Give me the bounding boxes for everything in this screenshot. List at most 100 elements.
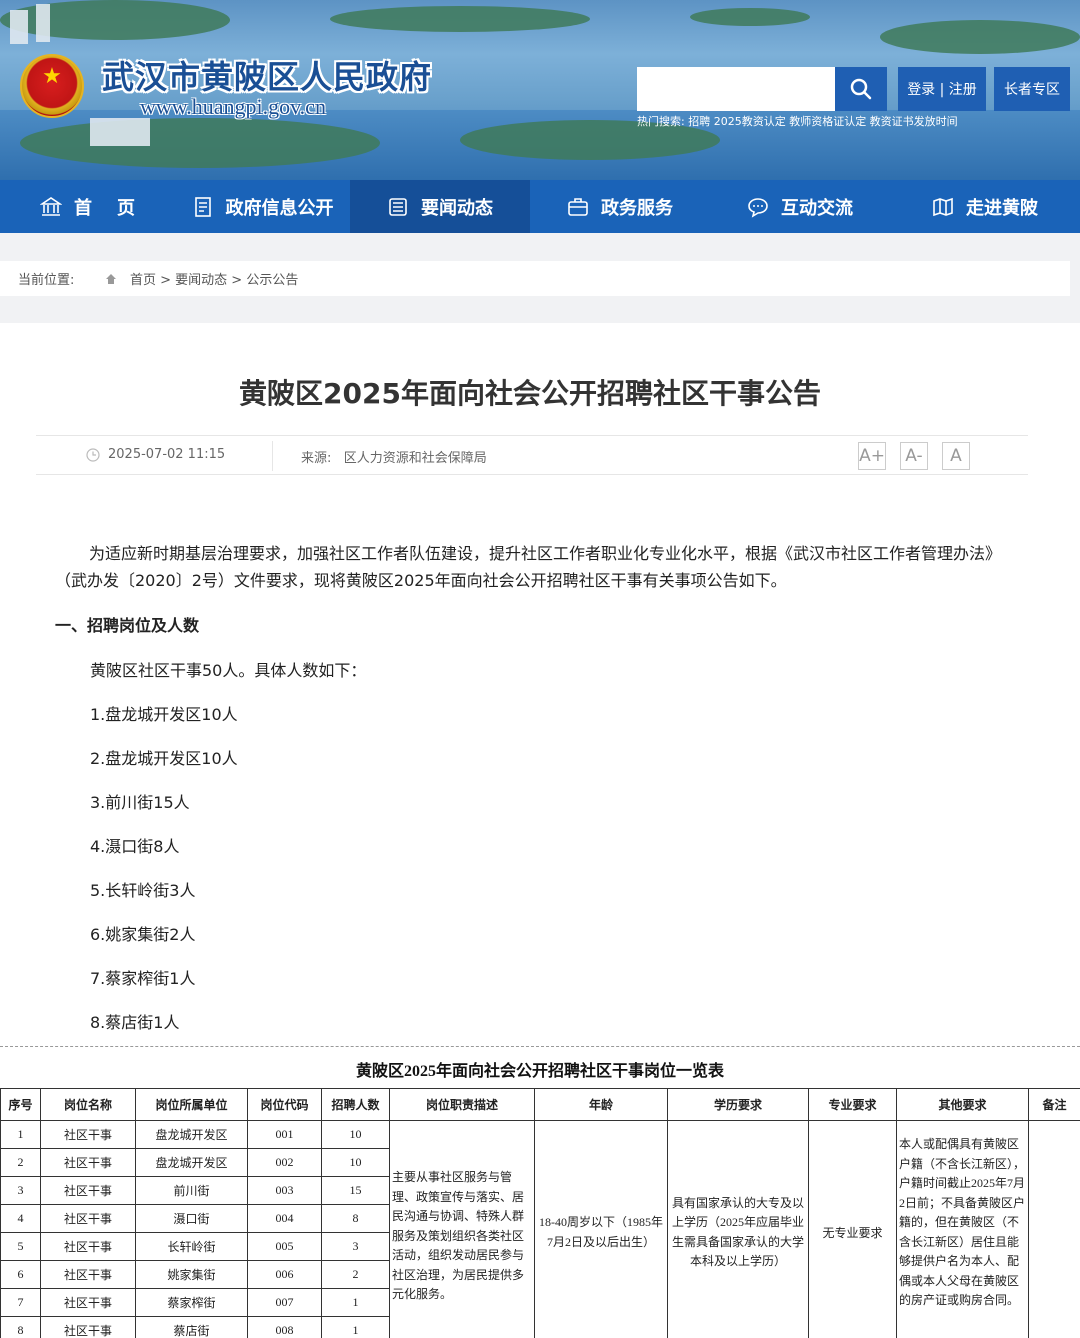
table-cell: 长轩岭街 — [135, 1232, 248, 1261]
column-header: 其他要求 — [896, 1088, 1029, 1121]
news-icon — [387, 196, 409, 218]
table-cell: 2 — [321, 1260, 390, 1289]
job-duty-cell: 主要从事社区服务与管理、政策宣传与落实、居民沟通与协调、特殊人群服务及策划组织各… — [389, 1120, 535, 1338]
search-button[interactable] — [835, 67, 887, 111]
table-cell: 006 — [247, 1260, 322, 1289]
list-item: 6.姚家集街2人 — [90, 925, 196, 944]
banner-island — [20, 118, 380, 168]
table-cell: 3 — [321, 1232, 390, 1261]
banner-building — [36, 4, 50, 42]
recruitment-summary: 黄陂区社区干事50人。具体人数如下： — [90, 661, 367, 680]
banner-building — [90, 118, 150, 146]
site-title: 武汉市黄陂区人民政府 — [102, 59, 433, 95]
major-requirement-cell: 无专业要求 — [808, 1120, 897, 1338]
table-cell: 前川街 — [135, 1176, 248, 1205]
table-cell: 002 — [247, 1148, 322, 1177]
list-item: 4.滠口街8人 — [90, 837, 180, 856]
table-cell: 社区干事 — [40, 1120, 136, 1149]
font-size-reset-button[interactable]: A — [942, 442, 970, 470]
table-cell: 10 — [321, 1120, 390, 1149]
login-register-button[interactable]: 登录 | 注册 — [898, 67, 986, 111]
table-cell: 蔡家榨街 — [135, 1288, 248, 1317]
table-cell: 社区干事 — [40, 1260, 136, 1289]
search-input[interactable] — [637, 67, 835, 111]
table-cell: 1 — [321, 1316, 390, 1338]
table-cell: 社区干事 — [40, 1232, 136, 1261]
clock-icon — [86, 447, 100, 462]
article-meta: 2025-07-02 11:15 来源: 区人力资源和社会保障局 A+ A- A — [36, 435, 1028, 475]
breadcrumb-path[interactable]: 首页 > 要闻动态 > 公示公告 — [130, 269, 298, 288]
table-cell: 2 — [0, 1148, 41, 1177]
banner-building — [10, 10, 28, 44]
meta-divider — [272, 441, 273, 471]
table-cell: 5 — [0, 1232, 41, 1261]
table-cell: 004 — [247, 1204, 322, 1233]
table-cell: 008 — [247, 1316, 322, 1338]
table-cell: 滠口街 — [135, 1204, 248, 1233]
nav-item-interaction[interactable]: 互动交流 — [710, 180, 890, 233]
nav-item-label: 首 页 — [73, 197, 136, 219]
nav-item-gov-services[interactable]: 政务服务 — [530, 180, 710, 233]
document-list-icon — [192, 196, 214, 218]
column-header: 岗位职责描述 — [389, 1088, 535, 1121]
table-cell: 社区干事 — [40, 1148, 136, 1177]
column-header: 专业要求 — [808, 1088, 897, 1121]
table-cell: 社区干事 — [40, 1176, 136, 1205]
list-item: 2.盘龙城开发区10人 — [90, 749, 238, 768]
search-icon — [850, 78, 872, 100]
nav-item-about-huangpi[interactable]: 走进黄陂 — [890, 180, 1080, 233]
banner-island — [690, 8, 810, 26]
age-requirement-cell: 18-40周岁以下（1985年7月2日及以后出生） — [534, 1120, 668, 1338]
article-source: 来源: 区人力资源和社会保障局 — [301, 451, 487, 466]
font-size-increase-button[interactable]: A+ — [858, 442, 886, 470]
breadcrumb: 当前位置: 首页 > 要闻动态 > 公示公告 — [0, 261, 1070, 296]
remark-cell — [1028, 1120, 1080, 1338]
table-cell: 蔡店街 — [135, 1316, 248, 1338]
nav-item-news[interactable]: 要闻动态 — [350, 180, 530, 233]
list-item: 5.长轩岭街3人 — [90, 881, 196, 900]
nav-item-label: 政府信息公开 — [225, 197, 334, 219]
table-cell: 社区干事 — [40, 1316, 136, 1338]
banner-island — [330, 6, 590, 32]
table-cell: 盘龙城开发区 — [135, 1120, 248, 1149]
table-cell: 15 — [321, 1176, 390, 1205]
briefcase-icon — [567, 196, 589, 218]
column-header: 序号 — [0, 1088, 41, 1121]
article-title: 黄陂区2025年面向社会公开招聘社区干事公告 — [239, 377, 821, 410]
table-cell: 7 — [0, 1288, 41, 1317]
table-title: 黄陂区2025年面向社会公开招聘社区干事岗位一览表 — [355, 1063, 724, 1080]
elder-zone-button[interactable]: 长者专区 — [994, 67, 1070, 111]
table-row: 1 社区干事 盘龙城开发区 001 10 主要从事社区服务与管理、政策宣传与落实… — [0, 1120, 1080, 1338]
home-icon — [105, 273, 117, 289]
banner-island — [0, 0, 230, 40]
table-cell: 8 — [321, 1204, 390, 1233]
table-cell: 001 — [247, 1120, 322, 1149]
site-url: www.huangpi.gov.cn — [140, 94, 326, 119]
chat-bubble-icon — [747, 196, 769, 218]
table-cell: 姚家集街 — [135, 1260, 248, 1289]
column-header: 岗位所属单位 — [135, 1088, 248, 1121]
column-header: 备注 — [1028, 1088, 1080, 1121]
table-divider — [0, 1046, 1080, 1047]
bank-icon — [39, 196, 62, 218]
list-item: 1.盘龙城开发区10人 — [90, 705, 238, 724]
nav-item-label: 互动交流 — [781, 197, 853, 219]
table-cell: 6 — [0, 1260, 41, 1289]
nav-item-label: 要闻动态 — [421, 197, 493, 219]
nav-item-label: 政务服务 — [601, 197, 673, 219]
nav-item-gov-info[interactable]: 政府信息公开 — [175, 180, 350, 233]
education-requirement-cell: 具有国家承认的大专及以上学历（2025年应届毕业生需具备国家承认的大学本科及以上… — [667, 1120, 809, 1338]
table-cell: 10 — [321, 1148, 390, 1177]
section-heading: 一、招聘岗位及人数 — [55, 616, 200, 635]
hot-search-links[interactable]: 热门搜索: 招聘 2025教资认定 教师资格证认定 教资证书发放时间 — [637, 113, 958, 129]
nav-item-label: 走进黄陂 — [966, 197, 1038, 219]
table-cell: 盘龙城开发区 — [135, 1148, 248, 1177]
table-cell: 4 — [0, 1204, 41, 1233]
table-cell: 005 — [247, 1232, 322, 1261]
list-item: 8.蔡店街1人 — [90, 1013, 180, 1032]
header-banner: ★ 武汉市黄陂区人民政府 www.huangpi.gov.cn 登录 | 注册 … — [0, 0, 1080, 180]
positions-table: 序号 岗位名称 岗位所属单位 岗位代码 招聘人数 岗位职责描述 年龄 学历要求 … — [0, 1088, 1080, 1338]
table-cell: 8 — [0, 1316, 41, 1338]
nav-item-home[interactable]: 首 页 — [0, 180, 175, 233]
font-size-decrease-button[interactable]: A- — [900, 442, 928, 470]
